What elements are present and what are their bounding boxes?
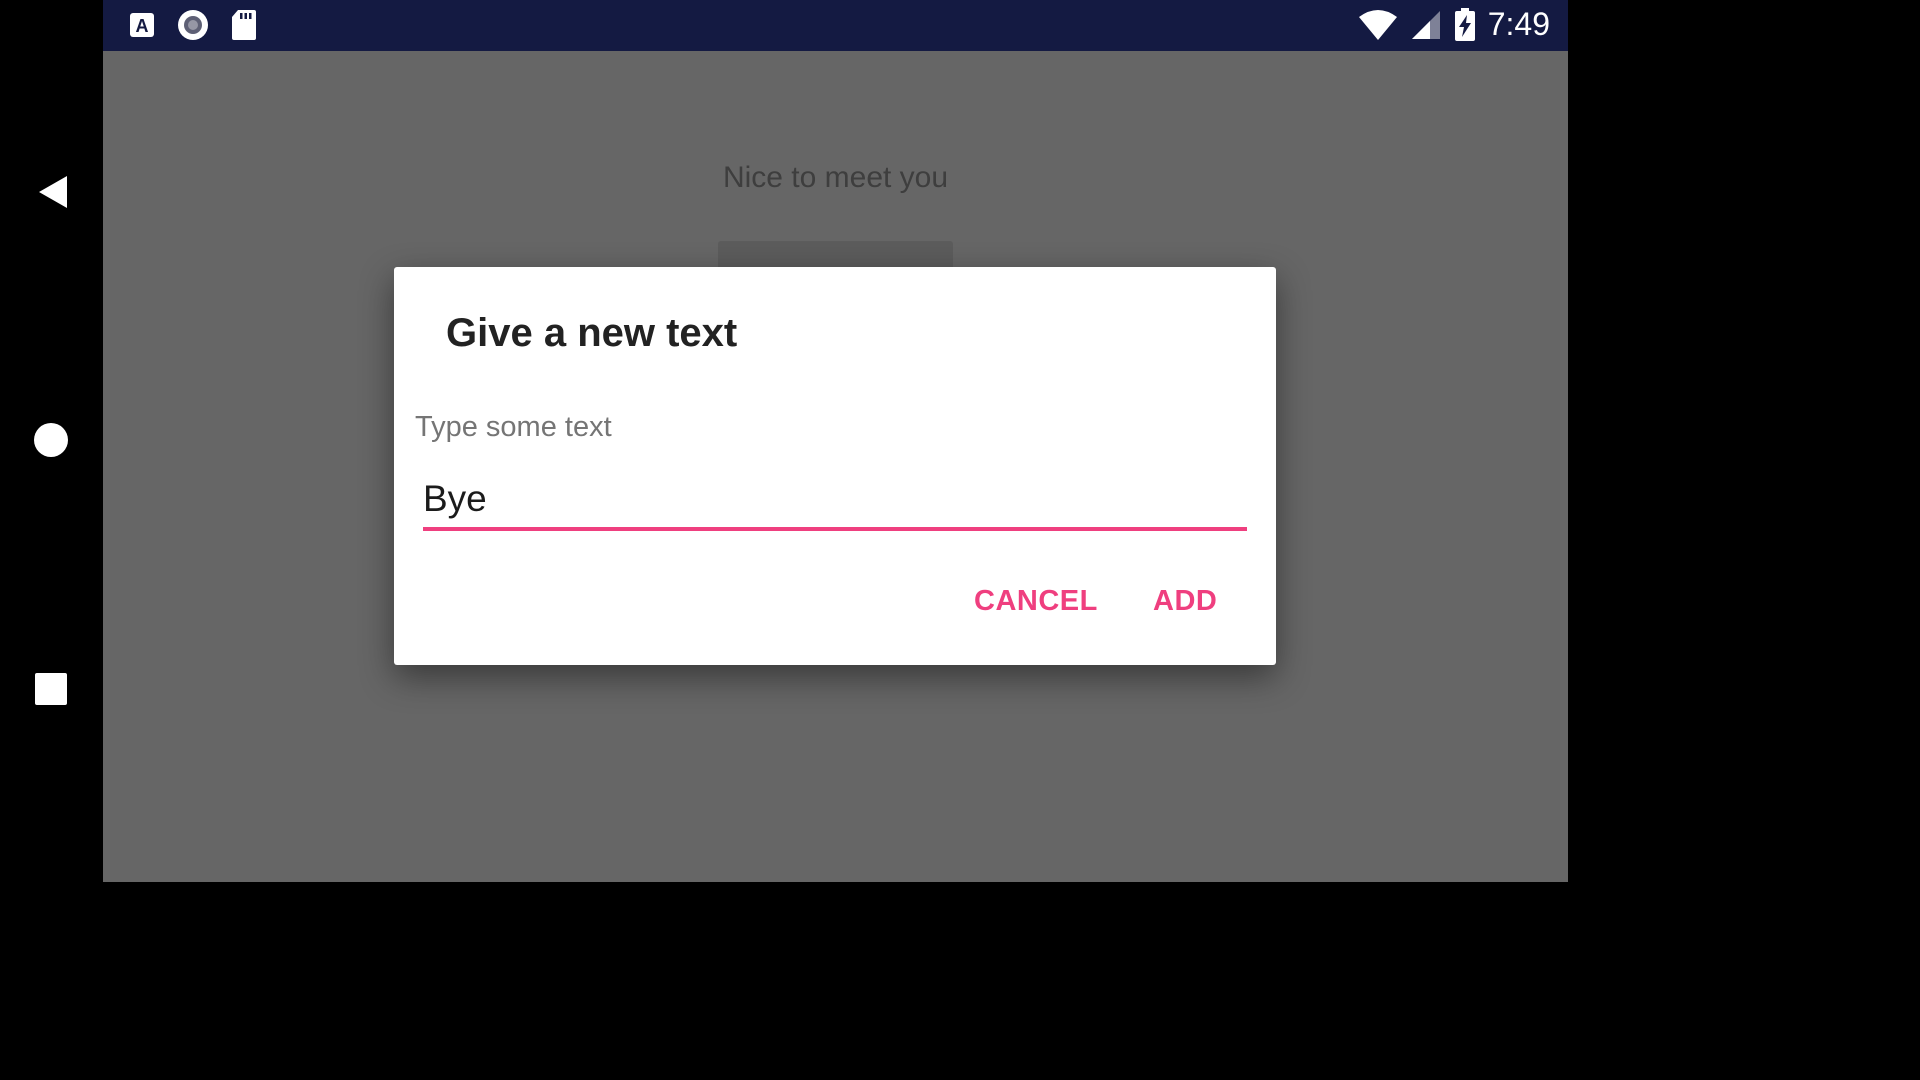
text-input[interactable] bbox=[423, 471, 1247, 531]
device-screen: A 7:49 Nice to meet you Give a new text … bbox=[0, 0, 1568, 882]
recents-icon bbox=[35, 673, 67, 705]
svg-text:A: A bbox=[136, 16, 149, 36]
dialog-title: Give a new text bbox=[446, 311, 738, 355]
accessibility-a-icon: A bbox=[130, 13, 154, 37]
record-icon bbox=[178, 10, 208, 40]
notification-icons: A bbox=[129, 9, 257, 41]
navigation-bar bbox=[0, 0, 103, 882]
text-input-dialog: Give a new text Type some text CANCEL AD… bbox=[394, 267, 1276, 665]
status-bar: A 7:49 bbox=[103, 0, 1568, 51]
sd-card-icon bbox=[232, 10, 256, 40]
recents-button[interactable] bbox=[27, 665, 75, 713]
back-icon bbox=[39, 176, 67, 208]
cancel-button[interactable]: CANCEL bbox=[974, 585, 1098, 618]
system-status: 7:49 bbox=[1358, 6, 1550, 43]
battery-charging-icon bbox=[1454, 7, 1475, 41]
cell-signal-icon bbox=[1411, 10, 1440, 39]
home-icon bbox=[34, 423, 68, 457]
home-button[interactable] bbox=[27, 416, 75, 464]
greeting-text: Nice to meet you bbox=[722, 161, 949, 194]
wifi-icon bbox=[1358, 9, 1397, 40]
add-button[interactable]: ADD bbox=[1153, 585, 1217, 618]
clock: 7:49 bbox=[1487, 6, 1550, 42]
back-button[interactable] bbox=[27, 168, 75, 216]
input-hint-label: Type some text bbox=[415, 411, 612, 443]
